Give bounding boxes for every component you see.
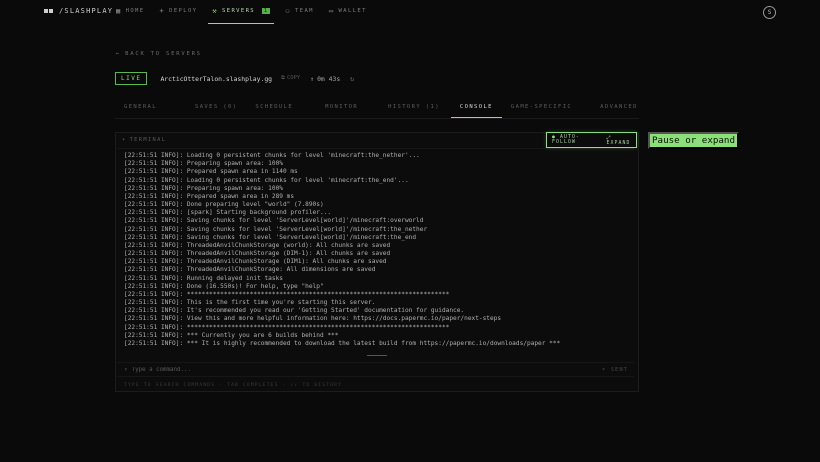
log-line: [22:51:51 INFO]: Prepared spawn area in … [124, 168, 298, 176]
log-line: [22:51:51 INFO]: Preparing spawn area: 1… [124, 160, 283, 168]
copy-icon: ⧉ [281, 75, 285, 81]
log-line: [22:51:51 INFO]: Preparing spawn area: 1… [124, 184, 283, 192]
nav-item-wallet[interactable]: ▭ WALLET [329, 0, 367, 25]
nav-item-label: DEPLOY [169, 8, 198, 14]
nav-item-servers[interactable]: ⚒ SERVERS 1 [208, 0, 275, 25]
log-line: [22:51:51 INFO]: Prepared spawn area in … [124, 192, 295, 200]
wallet-icon: ▭ [328, 7, 335, 15]
nav-item-label: HOME [125, 8, 145, 14]
log-line: [22:51:51 INFO]: This is the first time … [124, 299, 376, 307]
pause-or-expand-button[interactable]: Pause or expand [648, 132, 739, 149]
tab-console[interactable]: CONSOLE [450, 99, 502, 118]
brand-name: /SLASHPLAY [59, 7, 114, 15]
nav-item-label: SERVERS [222, 8, 255, 14]
nav-items: ▦ HOME + DEPLOY ⚒ SERVERS 1 ⚇ TEAM ▭ WAL… [116, 0, 382, 25]
terminal-title: TERMINAL [129, 137, 167, 143]
log-line: [22:51:51 INFO]: Saving chunks for level… [124, 217, 424, 225]
server-status-row: LIVE ArcticOtterTalon.slashplay.gg ⧉ COP… [115, 72, 354, 85]
logo-icon [44, 9, 53, 13]
log-line: [22:51:51 INFO]: Loading 0 persistent ch… [124, 176, 409, 184]
tab-monitor[interactable]: MONITOR [316, 99, 367, 118]
log-line: [22:51:51 INFO]: ThreadedAnvilChunkStora… [124, 266, 376, 274]
nav-item-home[interactable]: ▦ HOME [116, 0, 144, 25]
send-label: SENT [610, 366, 628, 373]
copy-button[interactable]: ⧉ COPY [281, 75, 300, 82]
command-input[interactable] [131, 366, 572, 373]
tab-general[interactable]: GENERAL [115, 99, 166, 118]
log-line: [22:51:51 INFO]: *** It is highly recomm… [124, 339, 561, 347]
tab-advanced[interactable]: ADVANCED [591, 99, 647, 118]
brand[interactable]: /SLASHPLAY [44, 7, 113, 15]
terminal-controls: ● AUTO-FOLLOW ⤢ EXPAND [546, 132, 637, 148]
log-line: [22:51:51 INFO]: ThreadedAnvilChunkStora… [124, 241, 391, 249]
expand-label: EXPAND [606, 140, 631, 146]
expand-button[interactable]: ⤢ EXPAND [607, 135, 636, 146]
nav-item-label: WALLET [338, 8, 367, 14]
nav-item-team[interactable]: ⚇ TEAM [285, 0, 313, 25]
arrow-up-icon: ↑ [310, 74, 315, 83]
tab-schedule[interactable]: SCHEDULE [246, 99, 302, 118]
log-line: [22:51:51 INFO]: Running delayed init ta… [124, 274, 283, 282]
plus-icon: + [159, 7, 166, 15]
refresh-icon[interactable]: ↻ [350, 75, 354, 83]
tab-history[interactable]: HISTORY (1) [379, 99, 449, 118]
uptime-value: 0m 43s [317, 74, 341, 83]
nav-item-deploy[interactable]: + DEPLOY [159, 0, 197, 25]
send-icon: ➤ [602, 366, 611, 373]
log-line: [22:51:51 INFO]: Done preparing level "w… [124, 201, 324, 209]
back-label: BACK TO SERVERS [125, 51, 202, 57]
log-line: [22:51:51 INFO]: ***********************… [124, 323, 450, 331]
log-line: [22:51:51 INFO]: ThreadedAnvilChunkStora… [124, 250, 391, 258]
log-line: [22:51:51 INFO]: ThreadedAnvilChunkStora… [124, 258, 387, 266]
log-line: [22:51:51 INFO]: It's recommended you re… [124, 307, 465, 315]
scroll-handle[interactable] [367, 355, 387, 356]
terminal-header: ▾ TERMINAL [122, 137, 166, 143]
nav-item-label: TEAM [295, 8, 314, 14]
command-hint: TYPE TO SEARCH COMMANDS · TAB COMPLETES … [124, 383, 343, 388]
command-bar: › ➤ SENT [117, 362, 634, 377]
log-line: [22:51:51 INFO]: View this and more help… [124, 315, 502, 323]
avatar[interactable]: S [763, 6, 776, 19]
log-line: [22:51:51 INFO]: Saving chunks for level… [124, 233, 417, 241]
servers-count-badge: 1 [262, 8, 271, 14]
wrench-icon: ⚒ [212, 7, 219, 15]
copy-label: COPY [286, 75, 301, 81]
status-badge: LIVE [115, 72, 148, 85]
uptime: ↑ 0m 43s [310, 75, 340, 83]
server-hostname: ArcticOtterTalon.slashplay.gg [160, 74, 273, 83]
arrow-left-icon: ← [116, 51, 122, 57]
terminal-panel: ▾ TERMINAL [22:51:51 INFO]: Loading 0 pe… [115, 132, 639, 392]
auto-follow-toggle[interactable]: ● AUTO-FOLLOW [552, 135, 599, 145]
tabs-divider [115, 118, 639, 119]
log-line: [22:51:51 INFO]: Saving chunks for level… [124, 225, 428, 233]
log-line: [22:51:51 INFO]: Loading 0 persistent ch… [124, 152, 420, 159]
terminal-output[interactable]: [22:51:51 INFO]: Loading 0 persistent ch… [117, 148, 634, 356]
grid-icon: ▦ [116, 7, 122, 15]
top-nav: /SLASHPLAY ▦ HOME + DEPLOY ⚒ SERVERS 1 ⚇… [0, 0, 820, 25]
users-icon: ⚇ [285, 7, 292, 15]
prompt-icon: › [124, 366, 128, 373]
log-line: [22:51:51 INFO]: *** Currently you are 6… [124, 331, 339, 339]
tab-saves[interactable]: SAVES (0) [186, 99, 246, 118]
server-tabs: GENERAL SAVES (0) SCHEDULE MONITOR HISTO… [115, 99, 647, 119]
log-line: [22:51:51 INFO]: ***********************… [124, 290, 450, 298]
log-line: [22:51:51 INFO]: [spark] Starting backgr… [124, 209, 332, 217]
back-to-servers-link[interactable]: ← BACK TO SERVERS [116, 51, 202, 57]
chevron-down-icon[interactable]: ▾ [122, 137, 127, 143]
tab-game-specific[interactable]: GAME-SPECIFIC [502, 99, 581, 118]
log-line: [22:51:51 INFO]: Done (16.550s)! For hel… [124, 282, 324, 290]
send-button[interactable]: ➤ SENT [602, 367, 628, 373]
